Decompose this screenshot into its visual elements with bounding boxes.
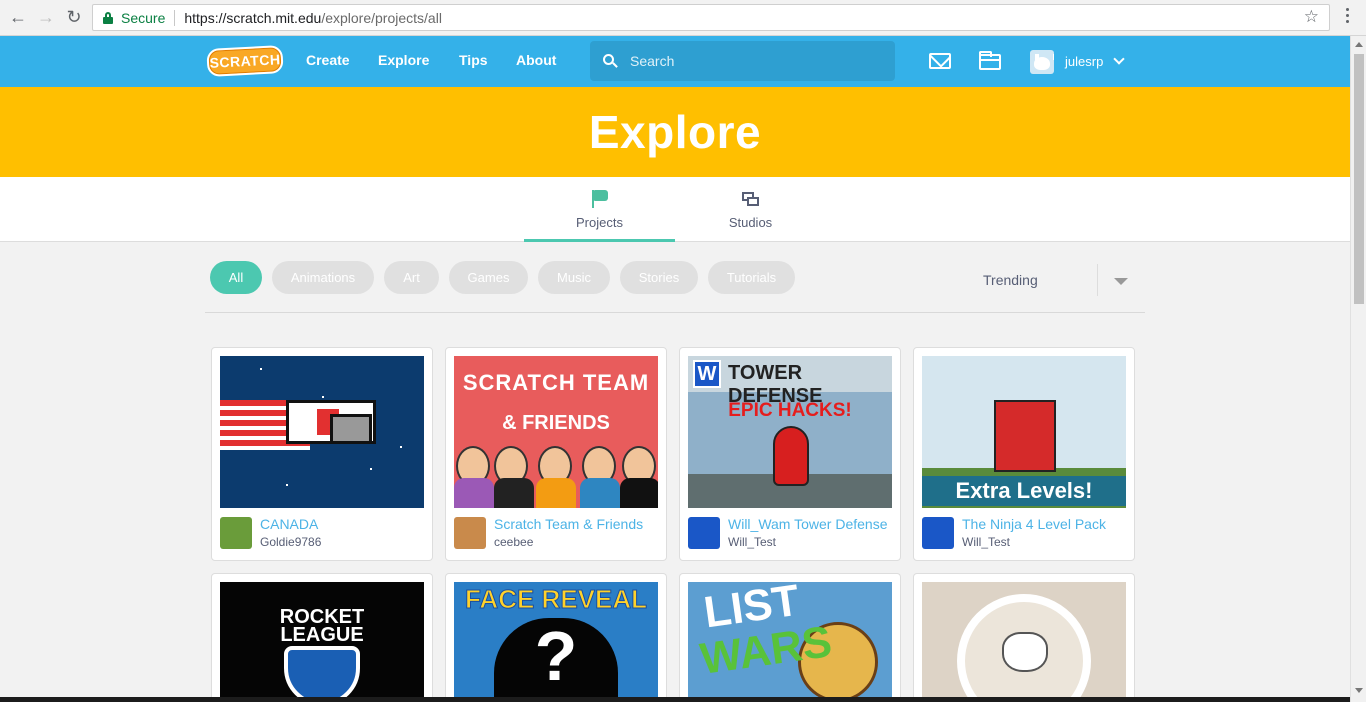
sort-dropdown-icon[interactable] bbox=[1114, 278, 1128, 285]
thumbnail-text: & FRIENDS bbox=[502, 412, 610, 434]
back-arrow-icon[interactable]: ← bbox=[4, 4, 32, 32]
scroll-thumb[interactable] bbox=[1354, 54, 1364, 304]
filter-all[interactable]: All bbox=[210, 261, 262, 294]
reload-icon[interactable]: ↻ bbox=[60, 4, 88, 32]
page-title: Explore bbox=[588, 106, 762, 158]
project-card[interactable]: W TOWER DEFENSE EPIC HACKS! Will_Wam Tow… bbox=[679, 347, 901, 561]
project-card[interactable]: Extra Levels! The Ninja 4 Level Pack Wil… bbox=[913, 347, 1135, 561]
project-title[interactable]: Will_Wam Tower Defense bbox=[728, 516, 893, 532]
explore-banner: Explore bbox=[0, 87, 1350, 177]
project-card[interactable]: SCRATCH TEAM & FRIENDS Scratch Team & Fr… bbox=[445, 347, 667, 561]
nav-about[interactable]: About bbox=[516, 52, 556, 68]
url-text[interactable]: https://scratch.mit.edu/explore/projects… bbox=[184, 10, 442, 26]
browser-toolbar: ← → ↻ Secure https://scratch.mit.edu/exp… bbox=[0, 0, 1366, 36]
project-owner[interactable]: Will_Test bbox=[962, 535, 1010, 549]
project-card[interactable]: LIST WARS bbox=[679, 573, 901, 702]
project-thumbnail[interactable]: W TOWER DEFENSE EPIC HACKS! bbox=[688, 356, 892, 508]
owner-avatar[interactable] bbox=[220, 517, 252, 549]
project-thumbnail[interactable]: Extra Levels! bbox=[922, 356, 1126, 508]
messages-icon[interactable] bbox=[929, 53, 951, 69]
filter-animations[interactable]: Animations bbox=[272, 261, 374, 294]
tab-studios[interactable]: Studios bbox=[675, 177, 826, 242]
taskbar-edge bbox=[0, 697, 1350, 702]
my-stuff-folder-icon[interactable] bbox=[979, 51, 1001, 70]
project-card[interactable]: CANADA Goldie9786 bbox=[211, 347, 433, 561]
nav-explore[interactable]: Explore bbox=[378, 52, 429, 68]
project-card[interactable]: ROCKET LEAGUE bbox=[211, 573, 433, 702]
explore-tabs: Projects Studios bbox=[0, 177, 1350, 242]
sort-select[interactable]: Trending bbox=[983, 272, 1038, 288]
tab-projects[interactable]: Projects bbox=[524, 177, 675, 242]
owner-avatar[interactable] bbox=[688, 517, 720, 549]
filter-games[interactable]: Games bbox=[449, 261, 528, 294]
address-bar[interactable]: Secure https://scratch.mit.edu/explore/p… bbox=[92, 4, 1330, 31]
forward-arrow-icon[interactable]: → bbox=[32, 4, 60, 32]
chevron-down-icon[interactable] bbox=[1113, 53, 1125, 65]
scratch-logo[interactable]: SCRATCH bbox=[206, 45, 284, 77]
scroll-up-arrow-icon[interactable] bbox=[1355, 42, 1363, 47]
tab-projects-label: Projects bbox=[576, 215, 623, 230]
search-icon bbox=[603, 54, 618, 68]
thumbnail-text: SCRATCH TEAM bbox=[462, 370, 650, 395]
scroll-down-arrow-icon[interactable] bbox=[1355, 688, 1363, 693]
project-thumbnail[interactable]: LIST WARS bbox=[688, 582, 892, 702]
thumbnail-text: FACE REVEAL bbox=[464, 584, 648, 615]
url-host: https://scratch.mit.edu bbox=[184, 9, 322, 26]
thumbnail-text: EPIC HACKS! bbox=[728, 400, 852, 421]
filter-stories[interactable]: Stories bbox=[620, 261, 698, 294]
thumbnail-text: ROCKET LEAGUE bbox=[279, 606, 365, 646]
filter-tutorials[interactable]: Tutorials bbox=[708, 261, 795, 294]
filter-art[interactable]: Art bbox=[384, 261, 439, 294]
studio-icon bbox=[741, 191, 761, 209]
nav-create[interactable]: Create bbox=[306, 52, 350, 68]
project-card[interactable] bbox=[913, 573, 1135, 702]
project-owner[interactable]: ceebee bbox=[494, 535, 533, 549]
nav-tips[interactable]: Tips bbox=[459, 52, 488, 68]
project-thumbnail[interactable] bbox=[922, 582, 1126, 702]
project-thumbnail[interactable]: FACE REVEAL ? bbox=[454, 582, 658, 702]
project-title[interactable]: Scratch Team & Friends bbox=[494, 516, 659, 532]
lock-icon bbox=[103, 11, 113, 24]
project-card[interactable]: FACE REVEAL ? bbox=[445, 573, 667, 702]
filter-divider bbox=[205, 312, 1145, 313]
bookmark-star-icon[interactable]: ☆ bbox=[1304, 7, 1319, 27]
address-separator bbox=[174, 9, 176, 26]
url-path: /explore/projects/all bbox=[321, 9, 442, 26]
project-thumbnail[interactable] bbox=[220, 356, 424, 508]
browser-menu-icon[interactable] bbox=[1346, 8, 1350, 23]
owner-avatar[interactable] bbox=[922, 517, 954, 549]
project-thumbnail[interactable]: ROCKET LEAGUE bbox=[220, 582, 424, 702]
search-box[interactable] bbox=[590, 41, 895, 81]
thumbnail-text: Extra Levels! bbox=[922, 476, 1126, 506]
page-scrollbar[interactable] bbox=[1350, 36, 1366, 702]
secure-label: Secure bbox=[121, 9, 166, 26]
flag-icon bbox=[590, 189, 610, 209]
user-avatar[interactable] bbox=[1030, 50, 1054, 74]
project-owner[interactable]: Goldie9786 bbox=[260, 535, 321, 549]
tab-studios-label: Studios bbox=[728, 215, 773, 230]
username[interactable]: julesrp bbox=[1065, 54, 1103, 69]
thumbnail-text: W bbox=[693, 360, 721, 388]
thumbnail-text: ? bbox=[534, 617, 578, 695]
filter-music[interactable]: Music bbox=[538, 261, 610, 294]
search-input[interactable] bbox=[630, 53, 870, 69]
owner-avatar[interactable] bbox=[454, 517, 486, 549]
project-title[interactable]: CANADA bbox=[260, 516, 425, 532]
sort-divider bbox=[1097, 264, 1098, 296]
project-title[interactable]: The Ninja 4 Level Pack bbox=[962, 516, 1127, 532]
project-thumbnail[interactable]: SCRATCH TEAM & FRIENDS bbox=[454, 356, 658, 508]
site-navbar: SCRATCH Create Explore Tips About julesr… bbox=[0, 36, 1350, 87]
project-owner[interactable]: Will_Test bbox=[728, 535, 776, 549]
